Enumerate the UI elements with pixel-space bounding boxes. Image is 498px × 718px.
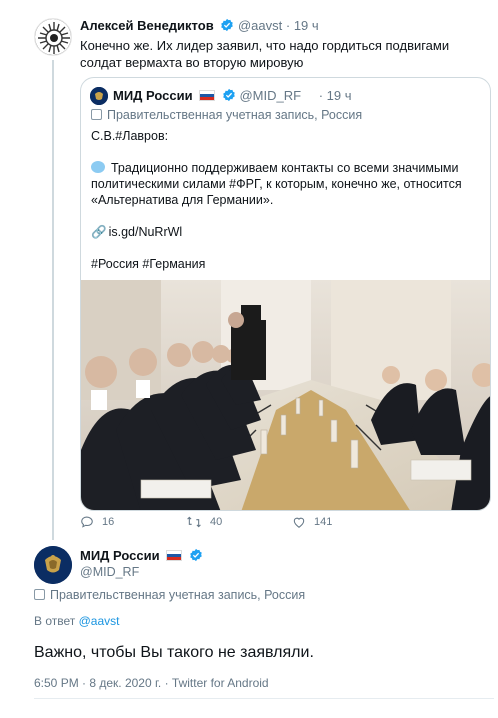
quote-author-handle: @MID_RF — [239, 88, 302, 103]
quote-hashtags[interactable]: #Россия #Германия — [91, 256, 481, 272]
quote-text: С.В.#Лавров: Традиционно поддерживаем ко… — [91, 128, 481, 272]
reply-author-name[interactable]: МИД России — [80, 548, 160, 563]
russia-flag-icon — [166, 550, 183, 561]
verified-badge-icon — [220, 18, 234, 36]
quoted-tweet[interactable]: МИД России @MID_RF · 19 ч Правительствен… — [80, 77, 491, 511]
tweet[interactable]: Алексей Венедиктов @aavst · 19 ч Конечно… — [0, 0, 498, 540]
separator: · — [285, 18, 291, 33]
reply-icon — [81, 516, 93, 528]
reply-tweet[interactable]: МИД России @MID_RF Правительственная уче… — [0, 540, 498, 718]
author-name[interactable]: Алексей Венедиктов — [80, 18, 214, 33]
link-emoji-icon: 🔗 — [91, 225, 107, 239]
meeting-photo[interactable] — [81, 280, 491, 511]
verified-badge-icon — [222, 88, 236, 106]
tweet-header: Алексей Венедиктов @aavst · 19 ч — [80, 18, 319, 36]
tweet-time[interactable]: 19 ч — [294, 18, 319, 33]
government-icon — [91, 109, 102, 120]
quote-line: «Альтернатива для Германии». — [91, 193, 274, 207]
quote-line: С.В.#Лавров: — [91, 129, 169, 143]
government-label: Правительственная учетная запись, Россия — [91, 108, 362, 122]
quote-header: МИД России @MID_RF · 19 ч — [113, 88, 352, 106]
reply-count: 16 — [102, 516, 115, 528]
quote-time: 19 ч — [326, 88, 352, 103]
author-handle[interactable]: @aavst — [238, 18, 282, 33]
retweet-action[interactable]: 40 — [186, 515, 222, 529]
thread-line — [52, 60, 54, 540]
like-icon — [293, 517, 305, 528]
retweet-icon — [187, 516, 201, 528]
russia-flag-icon — [199, 90, 216, 101]
reply-text: Важно, чтобы Вы такого не заявляли. — [34, 644, 314, 661]
like-count: 141 — [314, 516, 333, 528]
in-reply-to: В ответ @aavst — [34, 614, 119, 628]
government-icon — [34, 589, 45, 600]
author-avatar[interactable] — [34, 18, 72, 56]
government-label: Правительственная учетная запись, Россия — [34, 588, 305, 602]
reply-action[interactable]: 16 — [80, 515, 114, 529]
separator: · — [318, 88, 324, 103]
reply-to-handle[interactable]: @aavst — [79, 614, 120, 628]
quote-link[interactable]: is.gd/NuRrWl — [109, 225, 183, 239]
government-label-text: Правительственная учетная запись, Россия — [50, 588, 306, 602]
divider — [34, 698, 494, 699]
reply-prefix: В ответ — [34, 614, 76, 628]
reply-author-name-row: МИД России — [80, 548, 203, 565]
like-action[interactable]: 141 — [292, 515, 332, 529]
quote-line: Традиционно поддерживаем контакты со все… — [111, 161, 459, 175]
verified-badge-icon — [189, 548, 203, 565]
reply-author-avatar[interactable] — [34, 546, 72, 584]
quote-author-avatar — [90, 87, 108, 105]
reply-meta[interactable]: 6:50 PM · 8 дек. 2020 г. · Twitter for A… — [34, 676, 269, 690]
retweet-count: 40 — [210, 516, 223, 528]
quote-author-name: МИД России — [113, 88, 193, 103]
speech-bubble-emoji-icon — [91, 161, 105, 173]
quote-line: политическими силами #ФРГ, к которым, ко… — [91, 177, 462, 191]
tweet-text: Конечно же. Их лидер заявил, что надо го… — [80, 38, 450, 70]
government-label-text: Правительственная учетная запись, Россия — [107, 108, 363, 122]
reply-author-handle[interactable]: @MID_RF — [80, 565, 139, 579]
tweet-actions: 16 40 141 — [80, 515, 380, 533]
